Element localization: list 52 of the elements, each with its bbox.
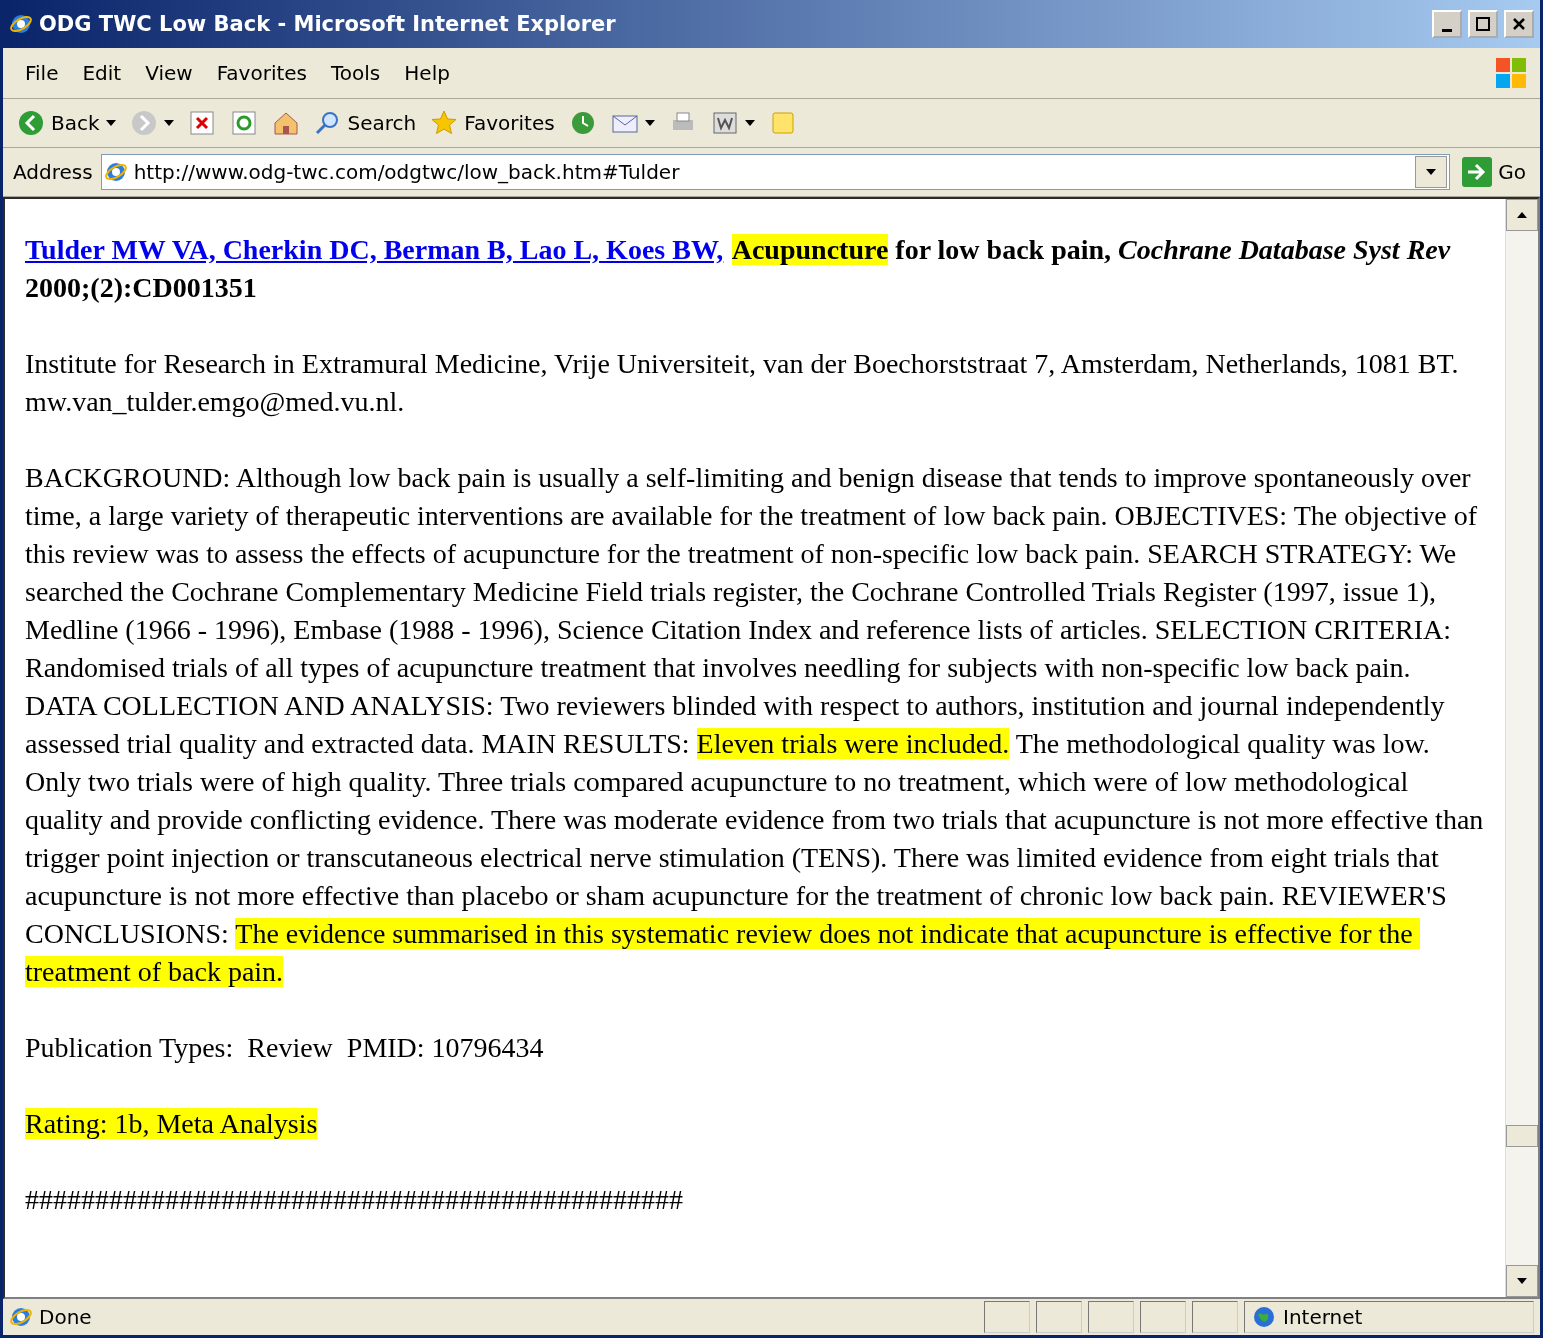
close-button[interactable]	[1504, 10, 1534, 38]
caret-icon	[105, 120, 116, 126]
minimize-icon	[1442, 28, 1452, 32]
star-icon	[430, 109, 459, 137]
paragraph: ###############################################	[25, 1183, 684, 1217]
refresh-icon	[229, 109, 258, 137]
paragraph: Institute for Research in Extramural Medicine, Vrije Universiteit, van der Boechorststraat 7, Amsterdam, Netherlands, 1081 BT. mw.van_tulder.emgo@med.vu.nl.	[25, 347, 1460, 419]
maximize-button[interactable]	[1468, 10, 1498, 38]
window-title: ODG TWC Low Back - Microsoft Internet Explorer	[39, 12, 617, 36]
edit-document-icon	[710, 109, 739, 137]
caret-icon	[744, 120, 755, 126]
toolbar-button[interactable]: Back	[13, 105, 120, 141]
close-icon	[1512, 17, 1526, 31]
caret-icon	[163, 120, 174, 126]
paragraph: Tulder MW VA, Cherkin DC, Berman B, Lao L, Koes BW, Acupuncture for low back pain, Cochrane Database Syst Rev 2000;(2):CD001351	[25, 233, 1452, 305]
paragraph: Rating: 1b, Meta Analysis	[25, 1107, 319, 1141]
ie-logo-icon	[9, 12, 33, 36]
paragraph: Publication Types: Review PMID: 10796434	[25, 1031, 545, 1065]
address-field[interactable]: http://www.odg-twc.com/odgtwc/low_back.htm#Tulder	[100, 154, 1451, 190]
maximize-icon	[1476, 17, 1490, 31]
ie-logo-icon	[9, 1305, 33, 1329]
status-pane	[1088, 1301, 1134, 1333]
menu-item[interactable]: Help	[392, 57, 462, 89]
minimize-button[interactable]	[1432, 10, 1462, 38]
globe-icon	[1253, 1306, 1275, 1328]
scroll-thumb[interactable]	[1506, 1125, 1538, 1147]
caret-icon	[644, 120, 655, 126]
caret-icon	[1426, 169, 1437, 175]
scroll-up-button[interactable]	[1506, 199, 1538, 231]
caret-icon	[1517, 1278, 1527, 1284]
ie-logo-icon	[103, 160, 128, 184]
menu-item[interactable]: View	[133, 57, 205, 89]
go-button[interactable]: Go	[1458, 153, 1530, 191]
status-pane	[1036, 1301, 1082, 1333]
menu-item[interactable]: Favorites	[204, 57, 319, 89]
dropdown-button[interactable]	[1415, 156, 1448, 188]
menu-item[interactable]: Tools	[319, 57, 393, 89]
scroll-down-button[interactable]	[1506, 1265, 1538, 1297]
status-pane	[1192, 1301, 1238, 1333]
status-text: Done	[39, 1305, 93, 1329]
paragraph: BACKGROUND: Although low back pain is usually a self-limiting and benign disease that tends to improve spontaneously over time, a large variety of therapeutic interventions are available for the treatment of low back pain. OBJECTIVES: The objective of this review was to assess the effects of acupuncture for the treatment of non-specific low back pain. SEARCH STRATEGY: We searched the Cochrane Complementary Medicine Field trials register, the Cochrane Controlled Trials Register (1997, issue 1), Medline (1966 - 1996), Embase (1988 - 1996), Science Citation Index and reference lists of articles. SELECTION CRITERIA: Randomised trials of all types of acupuncture treatment that involves needling for subjects with non-specific low back pain. DATA COLLECTION AND ANALYSIS: Two reviewers blinded with respect to authors, institution and journal independently assessed trial quality and extracted data. MAIN RESULTS: Eleven trials were included. The methodological quality was low. Only two trials were of high quality. Three trials compared acupuncture to no treatment, which were of low methodological quality and provide conflicting evidence. There was moderate evidence from two trials that acupuncture is not more effective than trigger point injection or transcutaneous electrical nerve stimulation (TENS). There was limited evidence from eight trials that acupuncture is not more effective than placebo or sham acupuncture for the treatment of chronic low back pain. REVIEWER'S CONCLUSIONS: The evidence summarised in this systematic review does not indicate that acupuncture is effective for the treatment of back pain.	[25, 461, 1485, 989]
up-arrow-icon	[1517, 212, 1527, 218]
status-pane	[984, 1301, 1030, 1333]
address-label: Address	[13, 160, 93, 184]
author-link[interactable]: Tulder MW VA, Cherkin DC, Berman B, Lao L, Koes BW,	[25, 234, 724, 265]
stop-icon	[187, 109, 216, 137]
status-pane	[1140, 1301, 1186, 1333]
menu-item[interactable]: File	[13, 57, 71, 89]
zone-text: Internet	[1283, 1305, 1363, 1329]
toolbar-button[interactable]: Search	[309, 105, 421, 141]
menu-item[interactable]: Edit	[70, 57, 134, 89]
toolbar-button[interactable]: Favorites	[426, 105, 559, 141]
